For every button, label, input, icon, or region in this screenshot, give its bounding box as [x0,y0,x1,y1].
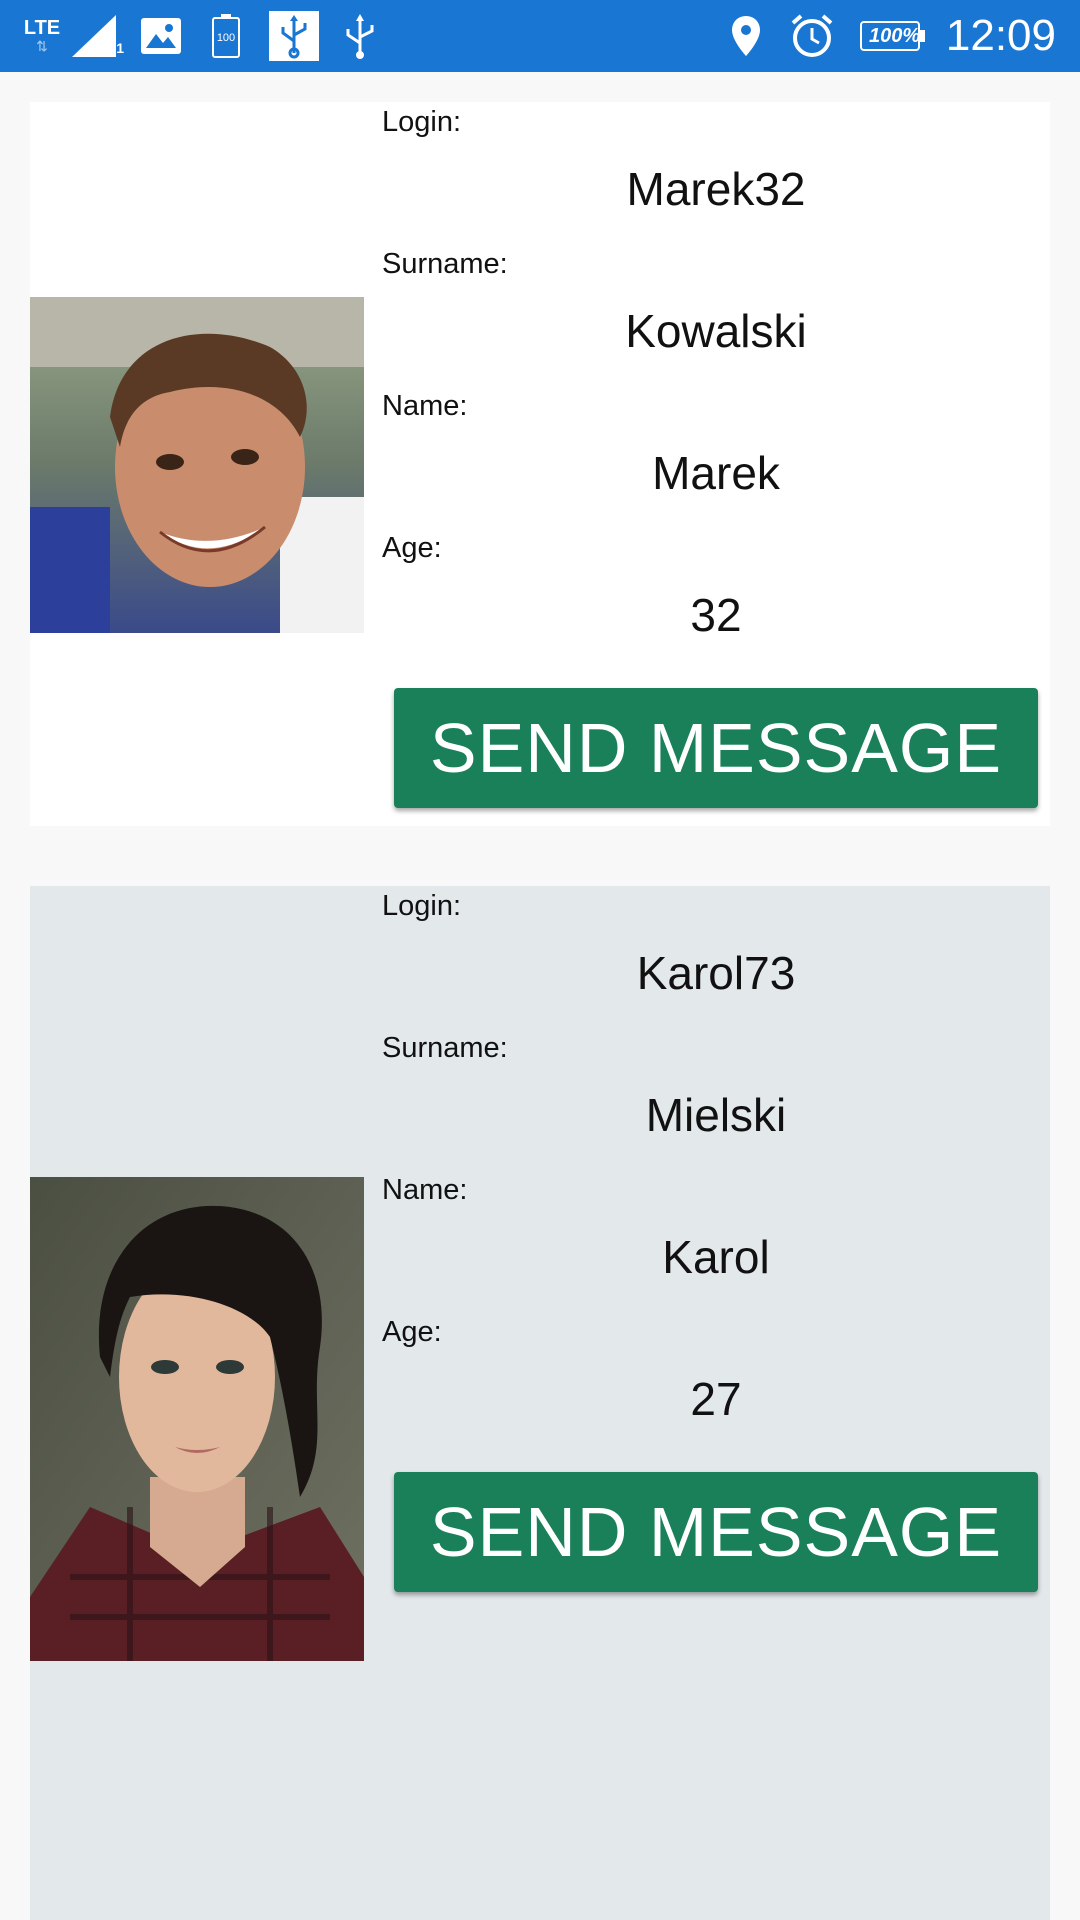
battery-saver-level: 100 [216,32,236,44]
surname-label: Surname: [382,1032,508,1064]
login-value: Marek32 [626,163,806,215]
user-photo [30,297,364,633]
signal-icon: 1 [68,0,124,72]
login-label: Login: [382,106,462,138]
name-value: Karol [662,1231,770,1283]
user-card-karol: Login: Karol73 Surname: Mielski Name: Ka… [30,886,1050,1920]
login-value: Karol73 [636,947,796,999]
age-label: Age: [382,532,442,564]
battery-icon: 100% [860,0,926,72]
name-label: Name: [382,1174,468,1206]
battery-saver-icon: 100 [210,0,242,72]
age-value: 32 [690,589,742,641]
sim-index: 1 [116,40,124,56]
clock: 12:09 [945,11,1056,60]
usb-debug-icon [268,0,320,72]
user-photo [30,1177,364,1661]
send-message-button[interactable]: SEND MESSAGE [394,688,1038,808]
login-label: Login: [382,890,462,922]
surname-label: Surname: [382,248,508,280]
surname-value: Mielski [645,1089,787,1141]
alarm-icon [788,0,836,72]
network-type: LTE [23,17,61,39]
status-bar: LTE ⇅ 1 100 100% 12:09 [0,0,1080,72]
name-value: Marek [652,447,780,499]
name-label: Name: [382,390,468,422]
age-value: 27 [690,1373,742,1425]
location-icon [728,0,764,72]
battery-percent: 100% [869,24,921,47]
lte-icon: LTE ⇅ [23,17,61,54]
age-label: Age: [382,1316,442,1348]
surname-value: Kowalski [625,305,807,357]
user-card-marek: Login: Marek32 Surname: Kowalski Name: M… [30,102,1050,826]
image-icon [140,0,182,72]
usb-icon [340,0,380,72]
send-message-button[interactable]: SEND MESSAGE [394,1472,1038,1592]
